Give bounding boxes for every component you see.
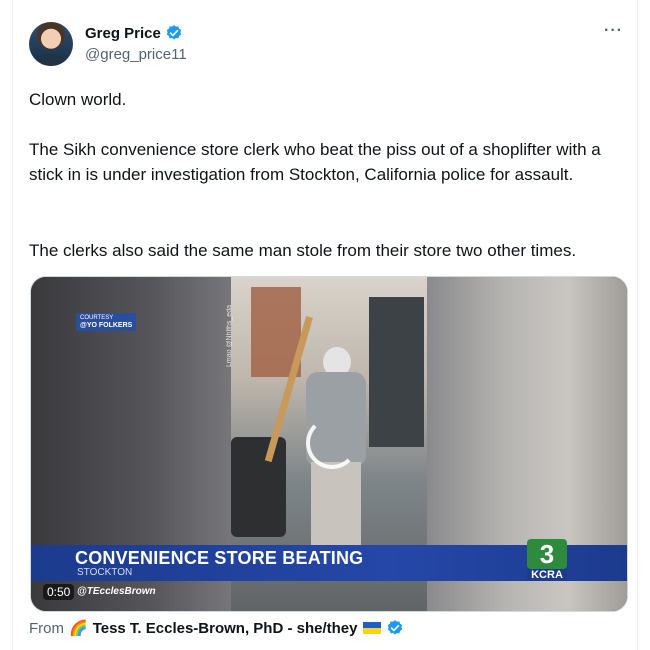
loading-spinner-icon [306, 417, 358, 469]
tweet-text-line-1: Clown world. [29, 90, 127, 109]
lower-third-subtitle: STOCKTON [77, 567, 133, 578]
courtesy-label: COURTESY [80, 315, 114, 321]
from-prefix: From [29, 619, 64, 637]
source-author-link[interactable]: Tess T. Eccles-Brown, PhD - she/they [93, 620, 358, 637]
video-credit: @TEcclesBrown [77, 586, 156, 597]
video-player[interactable]: COURTESY @YO FOLKERS Lmao @Nhlfhs_eda CO… [30, 276, 628, 612]
author-handle[interactable]: @greg_price11 [85, 46, 187, 63]
tweet-text-paragraph-2: The Sikh convenience store clerk who bea… [29, 140, 601, 184]
logo-text: KCRA [527, 569, 567, 581]
video-watermark: Lmao @Nhlfhs_eda [226, 305, 233, 367]
author-name-row: Greg Price [85, 24, 183, 42]
author-display-name[interactable]: Greg Price [85, 25, 161, 42]
kcra-logo: 3 KCRA [527, 539, 567, 585]
lower-third-title: CONVENIENCE STORE BEATING [75, 548, 364, 568]
tweet-card[interactable]: Greg Price @greg_price11 ··· Clown world… [12, 0, 638, 650]
more-options-button[interactable]: ··· [604, 22, 623, 40]
verified-badge-icon [387, 620, 402, 635]
verified-badge-icon [166, 25, 181, 40]
ukraine-flag-icon [362, 622, 381, 634]
tweet-text-paragraph-3: The clerks also said the same man stole … [29, 241, 577, 260]
courtesy-tag: COURTESY @YO FOLKERS [76, 313, 137, 331]
video-timecode: 0:50 [43, 584, 75, 600]
rainbow-emoji-icon: 🌈 [69, 620, 88, 637]
courtesy-handle: @YO FOLKERS [80, 322, 133, 329]
logo-number: 3 [527, 539, 567, 569]
avatar[interactable] [29, 22, 73, 66]
video-source-attribution: From 🌈 Tess T. Eccles-Brown, PhD - she/t… [29, 619, 404, 637]
